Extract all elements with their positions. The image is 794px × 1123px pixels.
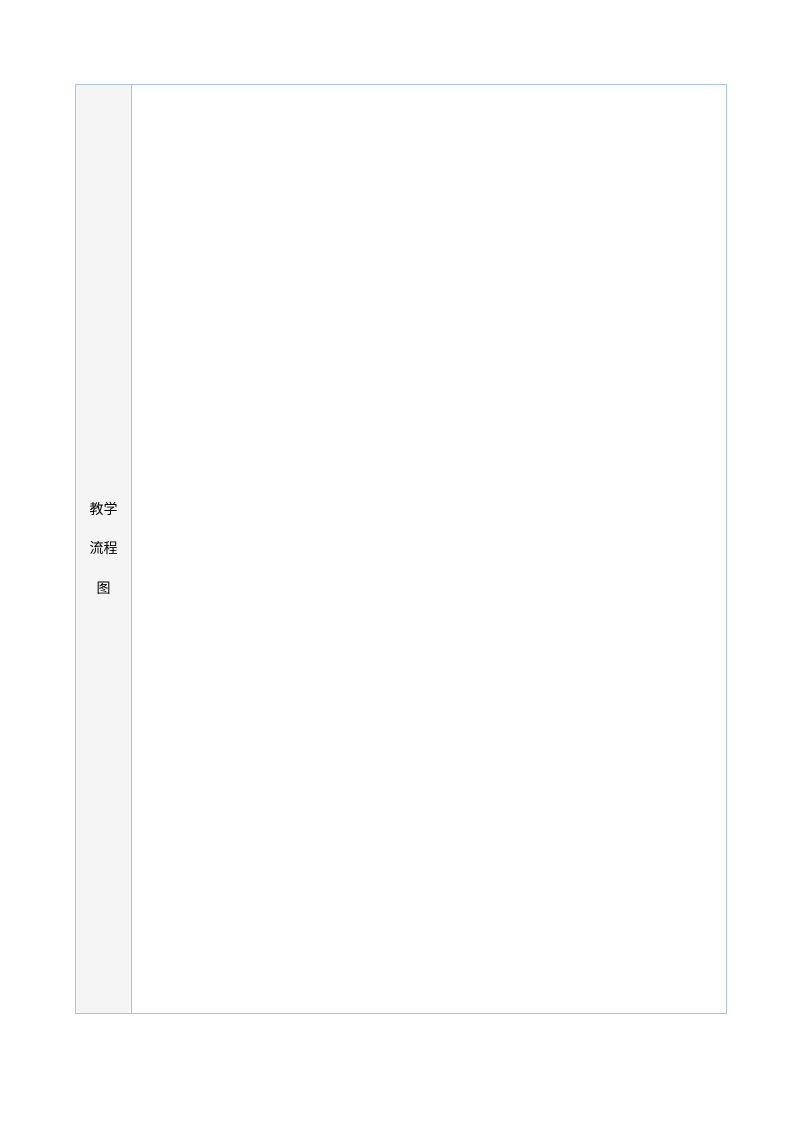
label-line-3: 图: [90, 569, 118, 608]
document-table: 教学 流程 图: [75, 84, 727, 1014]
table-header-column: 教学 流程 图: [76, 85, 132, 1013]
label-line-1: 教学: [90, 490, 118, 529]
table-content-cell: [132, 85, 726, 1013]
label-line-2: 流程: [90, 529, 118, 568]
column-label: 教学 流程 图: [90, 490, 118, 608]
